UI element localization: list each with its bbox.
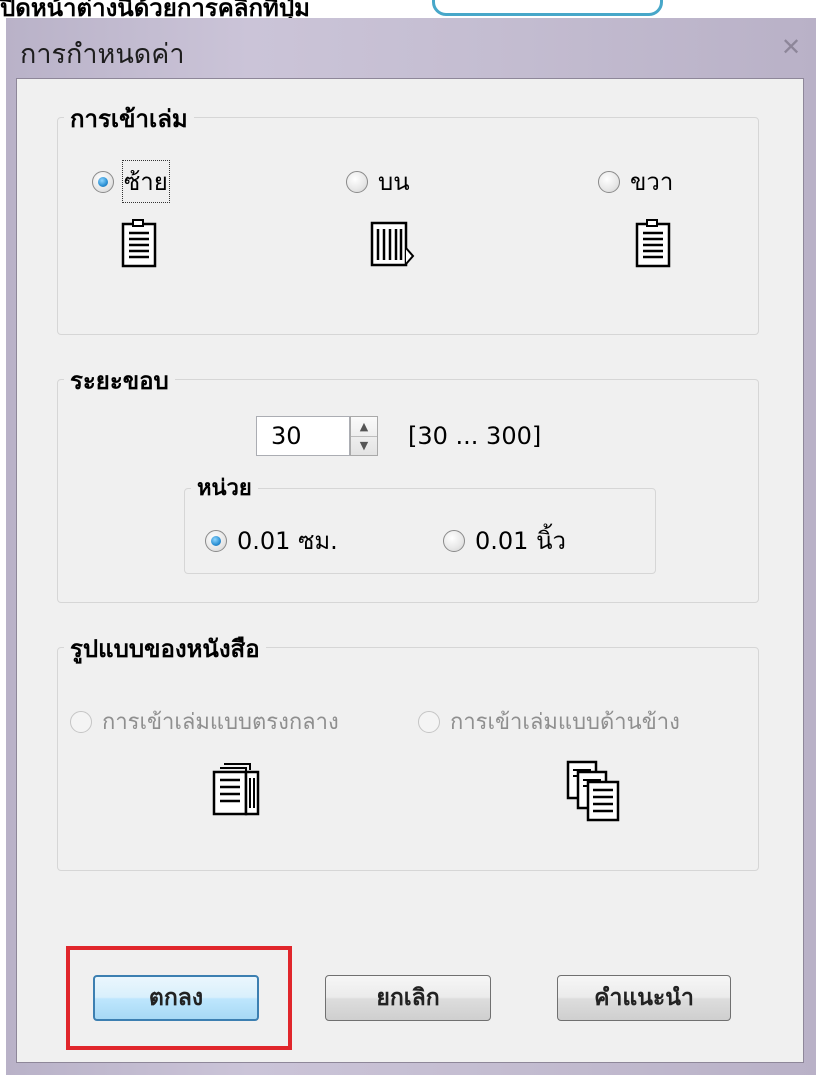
- center-binding-radio[interactable]: [70, 710, 92, 733]
- unit-group-title: หน่วย: [191, 470, 258, 505]
- spin-down-icon[interactable]: ▼: [351, 436, 377, 455]
- dialog-title: การกำหนดค่า: [20, 39, 185, 70]
- binding-top-radio[interactable]: [346, 170, 368, 193]
- unit-cm-option[interactable]: 0.01 ซม.: [205, 521, 338, 560]
- side-binding-label: การเข้าเล่มแบบด้านข้าง: [450, 710, 680, 735]
- side-binding-booklet-icon: [566, 760, 620, 822]
- cropped-button-outline: [432, 0, 663, 16]
- center-binding-booklet-icon: [212, 763, 260, 816]
- margin-group: ระยะขอบ 30 ▲ ▼ [30 ... 300] หน่วย 0.01 ซ…: [57, 361, 759, 603]
- help-button[interactable]: คำแนะนำ: [557, 975, 731, 1021]
- binding-left-option[interactable]: ซ้าย: [92, 160, 170, 203]
- binding-right-radio[interactable]: [598, 170, 620, 193]
- cropped-instruction-text: ปีดหน้าต่างนี้ด้วยการคลิกที่ปุ่ม: [0, 0, 310, 18]
- unit-inch-radio[interactable]: [443, 529, 465, 552]
- book-format-group: รูปแบบของหนังสือ การเข้าเล่มแบบตรงกลาง ก…: [57, 629, 759, 871]
- book-format-group-title: รูปแบบของหนังสือ: [64, 629, 266, 668]
- spin-up-icon[interactable]: ▲: [351, 417, 377, 437]
- margin-group-title: ระยะขอบ: [64, 361, 175, 400]
- close-icon[interactable]: ✕: [778, 34, 804, 60]
- title-bar[interactable]: การกำหนดค่า ✕: [6, 18, 816, 78]
- document-binding-top-icon: [370, 221, 415, 267]
- document-binding-left-icon: [121, 219, 157, 268]
- binding-right-label: ขวา: [630, 168, 674, 196]
- dialog-body: การเข้าเล่ม ซ้าย บน ขวา ระยะขอบ 30 ▲ ▼ […: [16, 78, 804, 1063]
- binding-group: การเข้าเล่ม ซ้าย บน ขวา: [57, 99, 759, 335]
- binding-top-option[interactable]: บน: [346, 162, 410, 201]
- unit-inch-option[interactable]: 0.01 นิ้ว: [443, 521, 566, 560]
- margin-range-text: [30 ... 300]: [408, 422, 542, 450]
- center-binding-option[interactable]: การเข้าเล่มแบบตรงกลาง: [70, 704, 339, 739]
- binding-left-label: ซ้าย: [122, 160, 170, 203]
- cancel-button[interactable]: ยกเลิก: [325, 975, 491, 1021]
- unit-cm-radio[interactable]: [205, 529, 227, 552]
- unit-group: หน่วย 0.01 ซม. 0.01 นิ้ว: [184, 470, 656, 574]
- side-binding-radio[interactable]: [418, 710, 440, 733]
- settings-dialog: การกำหนดค่า ✕ การเข้าเล่ม ซ้าย บน ขวา ระ…: [6, 18, 816, 1075]
- unit-cm-label: 0.01 ซม.: [237, 527, 338, 555]
- margin-spinner[interactable]: ▲ ▼: [350, 416, 378, 456]
- center-binding-label: การเข้าเล่มแบบตรงกลาง: [102, 710, 339, 735]
- binding-group-title: การเข้าเล่ม: [64, 99, 194, 138]
- binding-top-label: บน: [378, 168, 410, 196]
- document-binding-right-icon: [635, 219, 671, 268]
- binding-left-radio[interactable]: [92, 170, 114, 193]
- side-binding-option[interactable]: การเข้าเล่มแบบด้านข้าง: [418, 704, 680, 739]
- margin-value-input[interactable]: 30: [256, 416, 350, 456]
- top-cropped-strip: ปีดหน้าต่างนี้ด้วยการคลิกที่ปุ่ม: [0, 0, 822, 18]
- unit-inch-label: 0.01 นิ้ว: [475, 527, 566, 555]
- ok-button-highlight: [66, 946, 292, 1050]
- binding-right-option[interactable]: ขวา: [598, 162, 673, 201]
